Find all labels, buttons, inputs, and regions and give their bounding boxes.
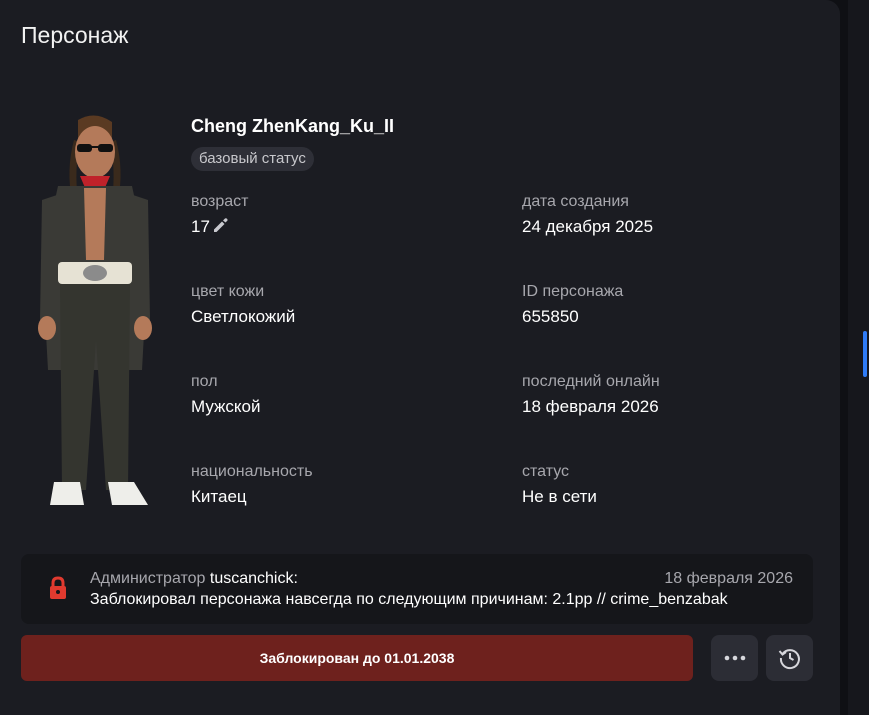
gender-value: Мужской (191, 397, 261, 416)
ban-status-button[interactable]: Заблокирован до 01.01.2038 (21, 635, 693, 681)
status-value: Не в сети (522, 487, 597, 506)
gender-label: пол (191, 373, 218, 390)
created-label: дата создания (522, 193, 629, 210)
ban-reason: Заблокировал персонажа навсегда по следу… (90, 591, 728, 608)
character-card: Персонаж Cheng ZhenKang_Ku_II базовый ст… (0, 0, 840, 715)
edit-pencil-icon[interactable] (211, 216, 229, 234)
ban-admin-name[interactable]: tuscanchick: (210, 570, 298, 587)
lock-icon (50, 576, 66, 599)
status-label: статус (522, 463, 570, 480)
ban-date: 18 февраля 2026 (664, 570, 793, 587)
ban-admin: Администратор tuscanchick: (90, 570, 298, 588)
created-value: 24 декабря 2025 (522, 217, 654, 236)
last-online-label: последний онлайн (522, 373, 660, 390)
nationality-label: национальность (191, 463, 313, 480)
age-label: возраст (191, 193, 249, 210)
history-button[interactable] (766, 635, 813, 681)
more-button[interactable] (711, 635, 758, 681)
age-value: 17 (191, 217, 210, 236)
ban-admin-prefix: Администратор (90, 570, 206, 587)
character-name: Cheng ZhenKang_Ku_II (191, 116, 395, 136)
ban-notice: Администратор tuscanchick: 18 февраля 20… (21, 554, 813, 624)
skin-label: цвет кожи (191, 283, 265, 300)
last-online-value: 18 февраля 2026 (522, 397, 659, 416)
history-clock-icon (778, 649, 800, 670)
status-badge: базовый статус (191, 147, 314, 171)
id-label: ID персонажа (522, 283, 624, 300)
id-value: 655850 (522, 307, 579, 326)
nationality-value: Китаец (191, 487, 247, 506)
character-avatar (38, 115, 152, 505)
skin-value: Светлокожий (191, 307, 296, 326)
more-dots-icon (724, 655, 745, 661)
scrollbar-thumb[interactable] (863, 331, 867, 377)
page-title: Персонаж (21, 22, 129, 48)
